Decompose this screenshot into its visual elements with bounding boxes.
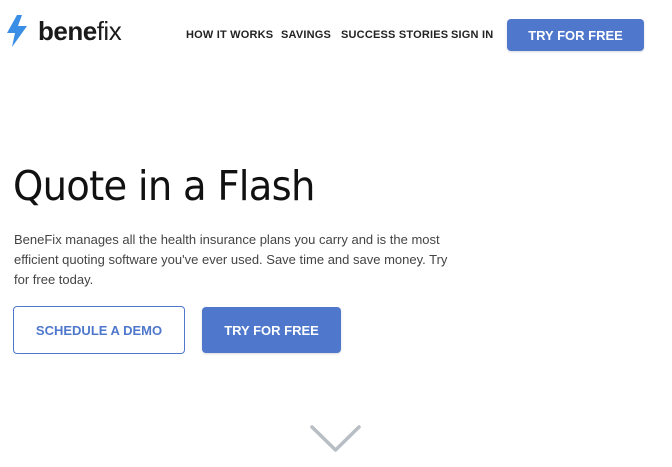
hero-description: BeneFix manages all the health insurance… [14,232,448,287]
brand-name-bold: bene [38,15,97,46]
chevron-down-icon[interactable] [309,424,362,454]
nav-link-how-it-works[interactable]: HOW IT WORKS [186,29,273,41]
hero-try-for-free-button[interactable]: TRY FOR FREE [202,307,341,353]
nav-link-success-stories[interactable]: SUCCESS STORIES [341,29,448,41]
nav-try-for-free-button[interactable]: TRY FOR FREE [507,19,644,51]
brand-logo[interactable]: benefix [6,14,122,48]
lightning-bolt-icon [7,15,27,47]
nav-link-savings[interactable]: SAVINGS [281,29,331,41]
brand-name: benefix [38,15,122,47]
brand-name-light: fix [96,15,122,46]
schedule-demo-button[interactable]: SCHEDULE A DEMO [13,306,185,354]
hero-title: Quote in a Flash [13,162,315,210]
page: benefix HOW IT WORKS SAVINGS SUCCESS STO… [0,0,672,467]
nav-link-sign-in[interactable]: SIGN IN [451,29,493,41]
